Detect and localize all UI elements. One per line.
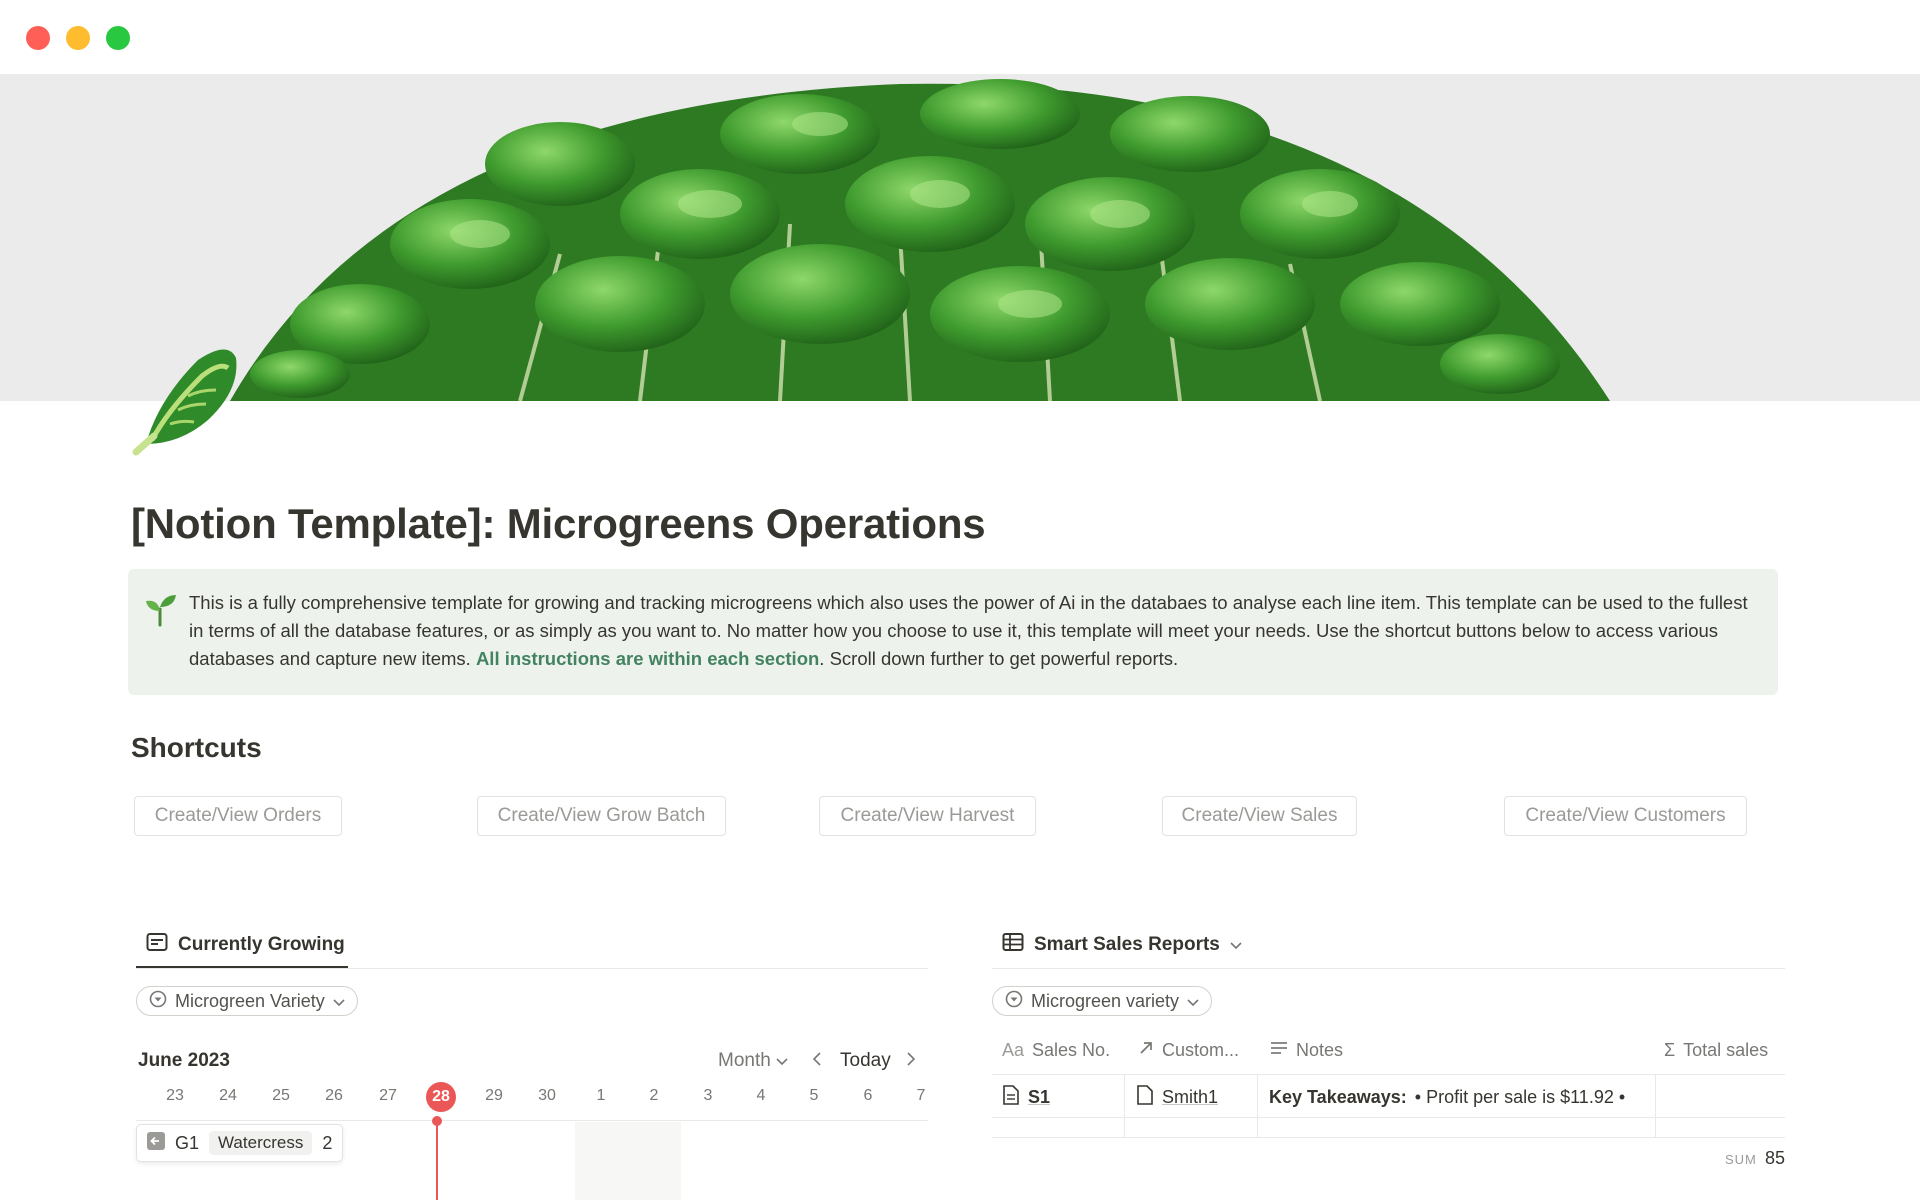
today-indicator-line <box>436 1120 438 1200</box>
filter-label: Microgreen Variety <box>175 990 325 1011</box>
filter-label: Microgreen variety <box>1031 990 1180 1011</box>
tab-smart-sales-reports-label: Smart Sales Reports <box>1034 934 1220 955</box>
lettuce-icon[interactable] <box>128 340 244 456</box>
text-lines-icon <box>1270 1040 1288 1061</box>
chevron-down-icon <box>1187 991 1199 1012</box>
column-header-notes[interactable]: Notes <box>1270 1040 1343 1061</box>
create-view-orders-button[interactable]: Create/View Orders <box>134 796 342 836</box>
column-divider <box>1655 1075 1656 1137</box>
chevron-down-icon <box>776 1050 788 1071</box>
seedling-icon <box>142 591 178 627</box>
microgreens-cover-illustration <box>0 74 1920 401</box>
column-header-total-sales[interactable]: Σ Total sales <box>1664 1040 1768 1061</box>
calendar-view-select[interactable]: Month <box>718 1050 788 1072</box>
column-header-label: Total sales <box>1683 1040 1769 1060</box>
chevron-down-icon <box>333 991 345 1012</box>
cover-image[interactable] <box>0 74 1920 401</box>
page-icon <box>1136 1084 1154 1110</box>
maximize-window-button[interactable] <box>106 26 130 50</box>
calendar-day-today[interactable]: 28 <box>426 1082 456 1112</box>
calendar-day: 5 <box>809 1087 819 1104</box>
growing-divider <box>136 968 928 969</box>
calendar-day: 6 <box>863 1087 873 1104</box>
create-view-sales-button[interactable]: Create/View Sales <box>1162 796 1357 836</box>
column-divider <box>1257 1075 1258 1137</box>
calendar-day: 25 <box>272 1087 290 1104</box>
page-icon <box>1002 1084 1020 1110</box>
tab-currently-growing-label: Currently Growing <box>178 934 345 955</box>
relation-arrow-icon <box>1138 1040 1154 1061</box>
microgreen-variety-filter[interactable]: Microgreen variety <box>992 986 1213 1016</box>
today-button[interactable]: Today <box>840 1050 891 1072</box>
calendar-day: 27 <box>379 1087 397 1104</box>
table-view-icon <box>1002 932 1024 958</box>
calendar-view-label: Month <box>718 1050 771 1071</box>
table-cell-sales-no[interactable]: S1 <box>1002 1084 1050 1110</box>
notes-bold-label: Key Takeaways: <box>1269 1086 1407 1107</box>
calendar-day: 7 <box>916 1087 926 1104</box>
create-view-harvest-button[interactable]: Create/View Harvest <box>819 796 1036 836</box>
minimize-window-button[interactable] <box>66 26 90 50</box>
next-month-button[interactable] <box>906 1050 916 1072</box>
filter-icon <box>149 990 167 1013</box>
table-cell-notes[interactable]: Key Takeaways: • Profit per sale is $11.… <box>1269 1084 1649 1110</box>
filter-icon <box>1005 990 1023 1013</box>
calendar-day: 23 <box>166 1087 184 1104</box>
arrow-back-icon <box>147 1131 165 1155</box>
intro-callout: This is a fully comprehensive template f… <box>128 569 1778 695</box>
today-indicator-dot <box>432 1116 442 1126</box>
table-row-divider <box>992 1117 1785 1118</box>
table-cell-customer[interactable]: Smith1 <box>1136 1084 1218 1110</box>
shortcuts-heading: Shortcuts <box>131 732 262 763</box>
tab-currently-growing[interactable]: Currently Growing <box>146 932 345 958</box>
calendar-day: 3 <box>703 1087 713 1104</box>
tab-smart-sales-reports[interactable]: Smart Sales Reports <box>1002 932 1242 958</box>
instructions-link[interactable]: All instructions are within each section <box>476 648 819 669</box>
calendar-day: 29 <box>485 1087 503 1104</box>
sum-label: SUM <box>1725 1152 1757 1167</box>
grow-batch-card[interactable]: G1 Watercress 2 <box>136 1124 344 1162</box>
calendar-day: 2 <box>649 1087 659 1104</box>
page-title[interactable]: [Notion Template]: Microgreens Operation… <box>131 500 986 548</box>
batch-count: 2 <box>322 1132 333 1153</box>
title-property-icon: Aa <box>1002 1040 1025 1060</box>
calendar-month-label: June 2023 <box>138 1050 230 1071</box>
table-header-divider <box>992 1074 1785 1075</box>
column-header-customer[interactable]: Custom... <box>1138 1040 1239 1061</box>
calendar-grid-line <box>136 1120 928 1121</box>
microgreen-variety-filter[interactable]: Microgreen Variety <box>136 986 358 1016</box>
grow-batch-id: G1 <box>175 1132 200 1153</box>
window-titlebar <box>0 0 1920 74</box>
weekend-shade <box>575 1122 681 1200</box>
callout-tail: . Scroll down further to get powerful re… <box>819 648 1179 669</box>
column-header-label: Notes <box>1296 1040 1344 1060</box>
callout-text: This is a fully comprehensive template f… <box>189 589 1759 673</box>
calendar-day: 4 <box>756 1087 766 1104</box>
notes-value: • Profit per sale is $11.92 • <box>1414 1086 1626 1107</box>
calendar-day: 24 <box>219 1087 237 1104</box>
close-window-button[interactable] <box>26 26 50 50</box>
column-header-sales-no[interactable]: Aa Sales No. <box>1002 1040 1110 1061</box>
column-header-label: Sales No. <box>1032 1040 1111 1060</box>
calendar-view-icon <box>146 932 168 958</box>
customer-value: Smith1 <box>1162 1086 1219 1107</box>
calendar-day: 26 <box>325 1087 343 1104</box>
chevron-down-icon <box>1230 934 1242 956</box>
table-footer-divider <box>992 1137 1785 1138</box>
chevron-left-icon <box>812 1050 822 1071</box>
variety-tag: Watercress <box>209 1131 313 1155</box>
sigma-icon: Σ <box>1664 1040 1676 1060</box>
calendar-day: 30 <box>538 1087 556 1104</box>
calendar-day: 1 <box>596 1087 606 1104</box>
create-view-customers-button[interactable]: Create/View Customers <box>1504 796 1747 836</box>
sum-value: 85 <box>1765 1148 1786 1168</box>
sales-divider <box>992 968 1785 969</box>
column-divider <box>1124 1075 1125 1137</box>
create-view-grow-batch-button[interactable]: Create/View Grow Batch <box>477 796 726 836</box>
sales-no-value: S1 <box>1028 1086 1051 1107</box>
chevron-right-icon <box>906 1050 916 1071</box>
previous-month-button[interactable] <box>812 1050 822 1072</box>
column-header-label: Custom... <box>1162 1040 1240 1060</box>
